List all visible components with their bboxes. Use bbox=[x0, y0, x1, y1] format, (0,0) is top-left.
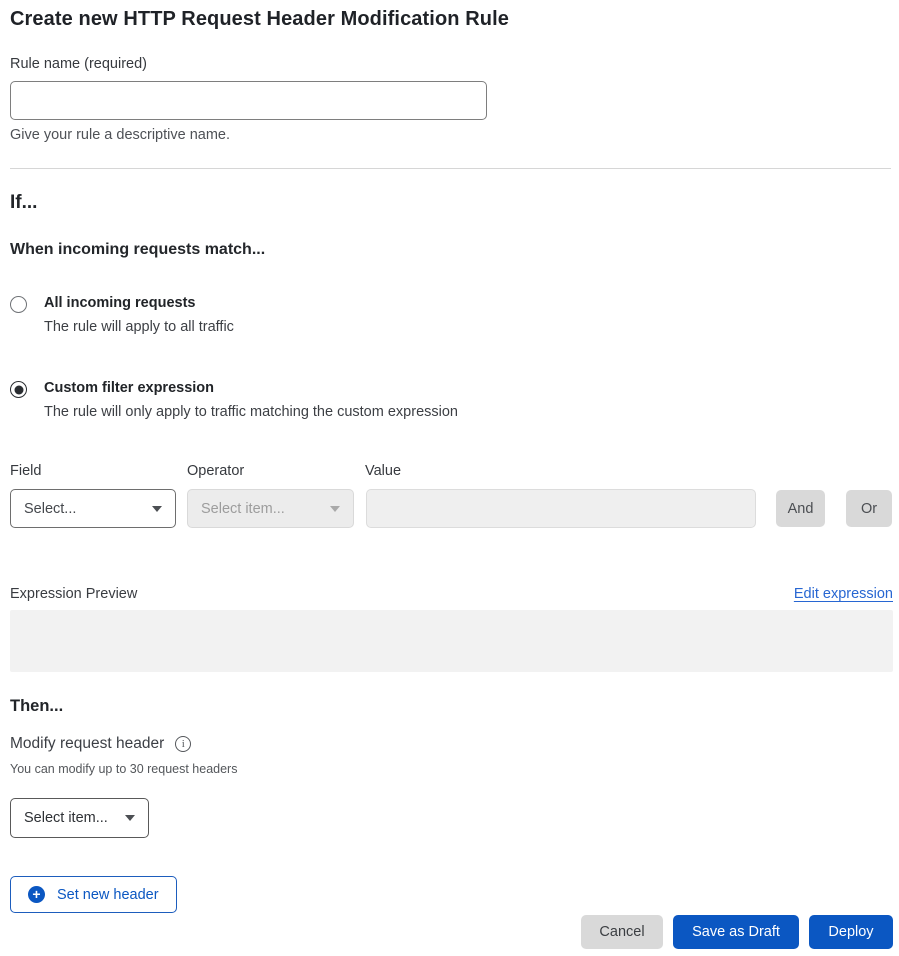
option-custom-filter-expression[interactable]: Custom filter expression The rule will o… bbox=[10, 379, 893, 422]
field-select-value: Select... bbox=[24, 501, 76, 517]
operator-label: Operator bbox=[187, 463, 365, 479]
field-select[interactable]: Select... bbox=[10, 489, 176, 528]
section-divider bbox=[10, 168, 891, 169]
option-description: The rule will apply to all traffic bbox=[44, 318, 234, 338]
then-heading: Then... bbox=[10, 697, 893, 716]
expression-preview-label: Expression Preview bbox=[10, 586, 137, 602]
operator-select: Select item... bbox=[187, 489, 354, 528]
operator-select-value: Select item... bbox=[201, 501, 285, 517]
cancel-button[interactable]: Cancel bbox=[581, 915, 663, 949]
plus-circle-icon bbox=[28, 886, 45, 903]
expression-preview-box bbox=[10, 610, 893, 672]
info-icon[interactable] bbox=[175, 736, 191, 752]
option-all-incoming-requests[interactable]: All incoming requests The rule will appl… bbox=[10, 294, 893, 337]
deploy-button[interactable]: Deploy bbox=[809, 915, 893, 949]
or-button[interactable]: Or bbox=[846, 490, 892, 527]
radio-custom-filter-expression[interactable] bbox=[10, 381, 27, 398]
radio-text: All incoming requests The rule will appl… bbox=[44, 294, 234, 337]
save-as-draft-button[interactable]: Save as Draft bbox=[673, 915, 799, 949]
set-new-header-button[interactable]: Set new header bbox=[10, 876, 177, 913]
header-action-select[interactable]: Select item... bbox=[10, 798, 149, 838]
option-label: Custom filter expression bbox=[44, 379, 458, 399]
create-rule-page: Create new HTTP Request Header Modificat… bbox=[0, 0, 899, 956]
field-label: Field bbox=[10, 463, 187, 479]
radio-all-incoming-requests[interactable] bbox=[10, 296, 27, 313]
rule-name-label: Rule name (required) bbox=[10, 56, 893, 72]
edit-expression-link[interactable]: Edit expression bbox=[794, 586, 893, 602]
header-action-select-value: Select item... bbox=[24, 810, 108, 826]
option-description: The rule will only apply to traffic matc… bbox=[44, 403, 458, 423]
rule-name-input[interactable] bbox=[10, 81, 487, 120]
value-input bbox=[366, 489, 756, 528]
and-button[interactable]: And bbox=[776, 490, 825, 527]
builder-row: Select... Select item... And Or bbox=[10, 489, 893, 528]
value-label: Value bbox=[365, 463, 401, 479]
if-heading: If... bbox=[10, 192, 893, 214]
chevron-down-icon bbox=[125, 815, 135, 821]
footer-actions: Cancel Save as Draft Deploy bbox=[10, 915, 893, 949]
match-options-group: All incoming requests The rule will appl… bbox=[10, 294, 893, 422]
radio-text: Custom filter expression The rule will o… bbox=[44, 379, 458, 422]
option-label: All incoming requests bbox=[44, 294, 234, 314]
set-new-header-label: Set new header bbox=[57, 887, 159, 903]
chevron-down-icon bbox=[330, 506, 340, 512]
rule-name-helper: Give your rule a descriptive name. bbox=[10, 127, 893, 143]
expression-builder: Field Operator Value Select... Select it… bbox=[10, 463, 893, 528]
if-subheading: When incoming requests match... bbox=[10, 241, 893, 259]
modify-request-header-label: Modify request header bbox=[10, 735, 164, 753]
modify-header-helper: You can modify up to 30 request headers bbox=[10, 762, 893, 776]
chevron-down-icon bbox=[152, 506, 162, 512]
expression-preview-header: Expression Preview Edit expression bbox=[10, 586, 893, 602]
modify-header-row: Modify request header bbox=[10, 735, 893, 753]
page-title: Create new HTTP Request Header Modificat… bbox=[10, 8, 893, 31]
builder-labels: Field Operator Value bbox=[10, 463, 893, 479]
